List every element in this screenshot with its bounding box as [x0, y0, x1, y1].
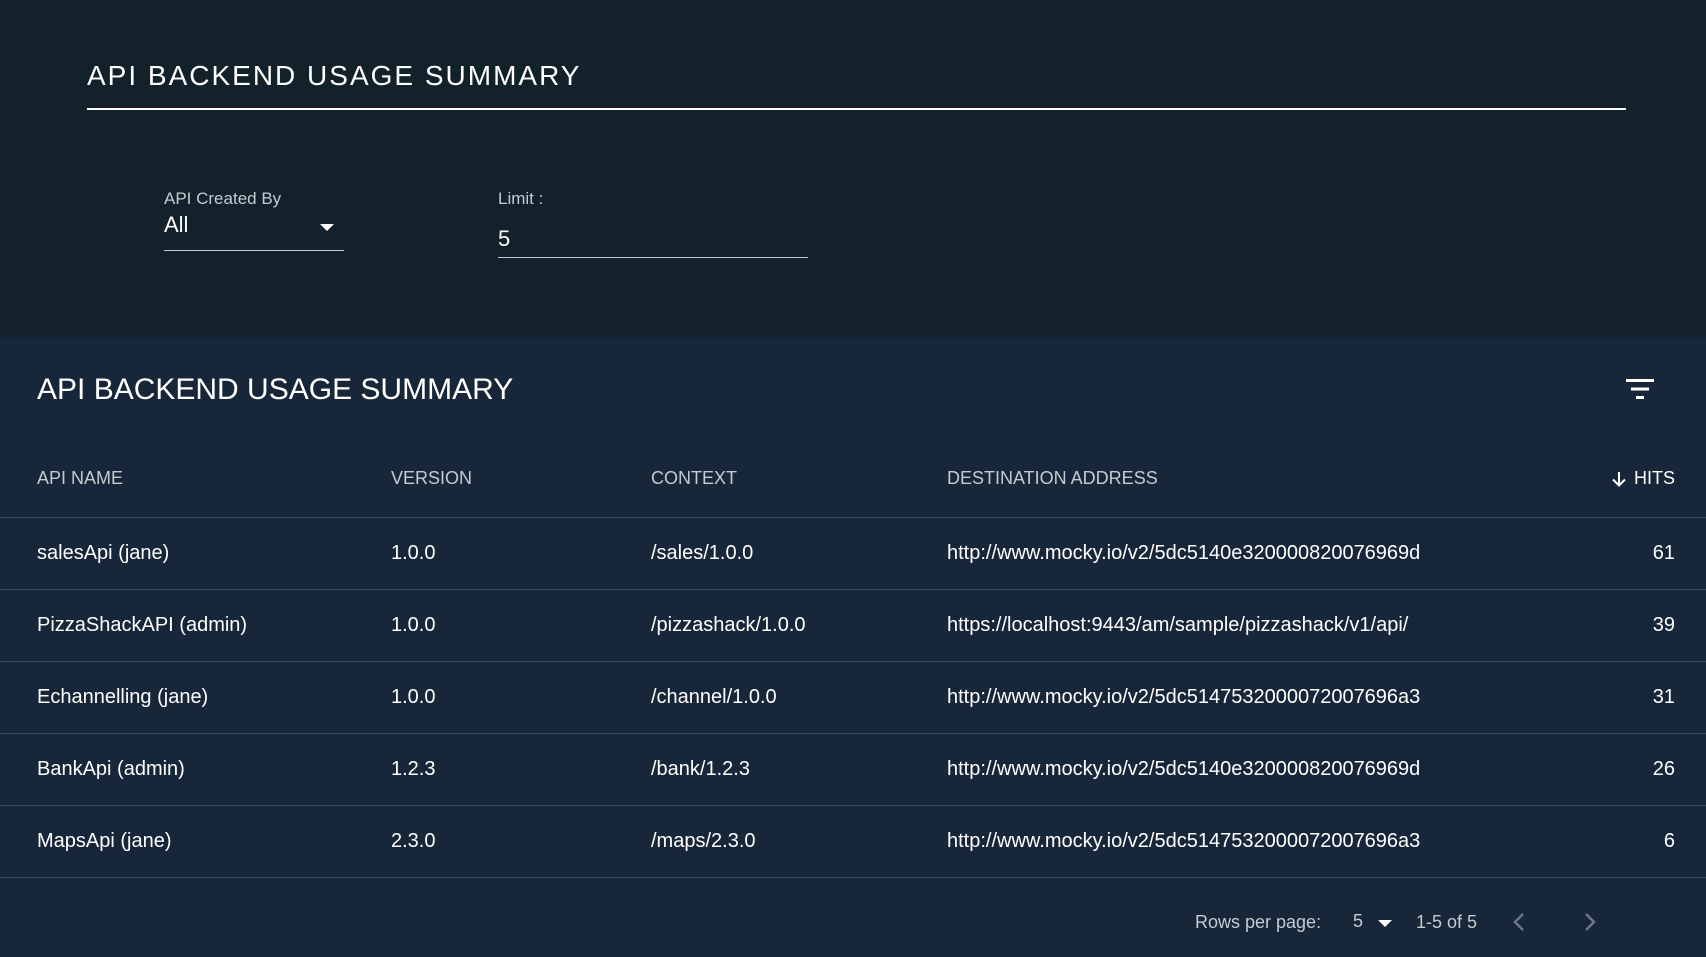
table-row: PizzaShackAPI (admin) 1.0.0 /pizzashack/…: [0, 589, 1706, 662]
column-header-context[interactable]: CONTEXT: [651, 439, 947, 518]
cell-version: 1.0.0: [391, 661, 651, 734]
rows-per-page-value: 5: [1353, 911, 1364, 931]
table-title: API BACKEND USAGE SUMMARY: [37, 373, 514, 406]
cell-context: /channel/1.0.0: [651, 661, 947, 734]
title-divider: [87, 108, 1626, 110]
cell-context: /bank/1.2.3: [651, 733, 947, 806]
created-by-label: API Created By: [164, 189, 282, 208]
cell-context: /sales/1.0.0: [651, 517, 947, 590]
table-row: BankApi (admin) 1.2.3 /bank/1.2.3 http:/…: [0, 733, 1706, 806]
usage-table-card: API BACKEND USAGE SUMMARY API NAME VERSI…: [0, 337, 1706, 957]
hits-header-label: HITS: [1633, 467, 1675, 488]
created-by-value: All: [164, 212, 189, 237]
cell-destination: http://www.mocky.io/v2/5dc51475320000720…: [947, 805, 1568, 878]
cell-destination: http://www.mocky.io/v2/5dc51475320000720…: [947, 661, 1568, 734]
cell-version: 1.0.0: [391, 589, 651, 662]
cell-hits: 26: [1568, 733, 1706, 806]
chevron-right-icon[interactable]: [1575, 907, 1605, 937]
filter-panel: API BACKEND USAGE SUMMARY API Created By…: [0, 0, 1706, 337]
cell-api-name: PizzaShackAPI (admin): [0, 589, 391, 662]
created-by-select[interactable]: All: [164, 210, 344, 251]
pagination-bar: Rows per page: 5 1-5 of 5: [0, 903, 1706, 943]
cell-destination: http://www.mocky.io/v2/5dc5140e320000820…: [947, 733, 1568, 806]
cell-hits: 61: [1568, 517, 1706, 590]
table-row: MapsApi (jane) 2.3.0 /maps/2.3.0 http://…: [0, 805, 1706, 878]
cell-version: 1.2.3: [391, 733, 651, 806]
limit-input[interactable]: [498, 210, 808, 258]
limit-label: Limit :: [498, 189, 544, 208]
usage-table: API NAME VERSION CONTEXT DESTINATION ADD…: [0, 439, 1706, 878]
filter-list-icon[interactable]: [1624, 376, 1656, 402]
column-header-destination[interactable]: DESTINATION ADDRESS: [947, 439, 1568, 518]
table-row: Echannelling (jane) 1.0.0 /channel/1.0.0…: [0, 661, 1706, 734]
cell-destination: http://www.mocky.io/v2/5dc5140e320000820…: [947, 517, 1568, 590]
cell-hits: 6: [1568, 805, 1706, 878]
arrow-down-icon: [1612, 471, 1626, 487]
cell-api-name: Echannelling (jane): [0, 661, 391, 734]
cell-version: 1.0.0: [391, 517, 651, 590]
cell-api-name: BankApi (admin): [0, 733, 391, 806]
cell-api-name: MapsApi (jane): [0, 805, 391, 878]
rows-per-page-select[interactable]: 5: [1353, 909, 1399, 937]
chevron-left-icon[interactable]: [1504, 907, 1534, 937]
rows-per-page-label: Rows per page:: [1195, 912, 1322, 932]
cell-hits: 31: [1568, 661, 1706, 734]
cell-api-name: salesApi (jane): [0, 517, 391, 590]
dropdown-arrow-icon: [320, 224, 334, 231]
cell-context: /maps/2.3.0: [651, 805, 947, 878]
table-header-row: API NAME VERSION CONTEXT DESTINATION ADD…: [0, 439, 1706, 518]
column-header-version[interactable]: VERSION: [391, 439, 651, 518]
pagination-range: 1-5 of 5: [1416, 912, 1478, 932]
cell-version: 2.3.0: [391, 805, 651, 878]
table-row: salesApi (jane) 1.0.0 /sales/1.0.0 http:…: [0, 517, 1706, 590]
column-header-hits[interactable]: HITS: [1568, 439, 1706, 518]
dropdown-arrow-icon: [1378, 920, 1392, 927]
page: API BACKEND USAGE SUMMARY API Created By…: [0, 0, 1706, 957]
column-header-api-name[interactable]: API NAME: [0, 439, 391, 518]
cell-hits: 39: [1568, 589, 1706, 662]
cell-context: /pizzashack/1.0.0: [651, 589, 947, 662]
cell-destination: https://localhost:9443/am/sample/pizzash…: [947, 589, 1568, 662]
page-title: API BACKEND USAGE SUMMARY: [87, 60, 582, 91]
